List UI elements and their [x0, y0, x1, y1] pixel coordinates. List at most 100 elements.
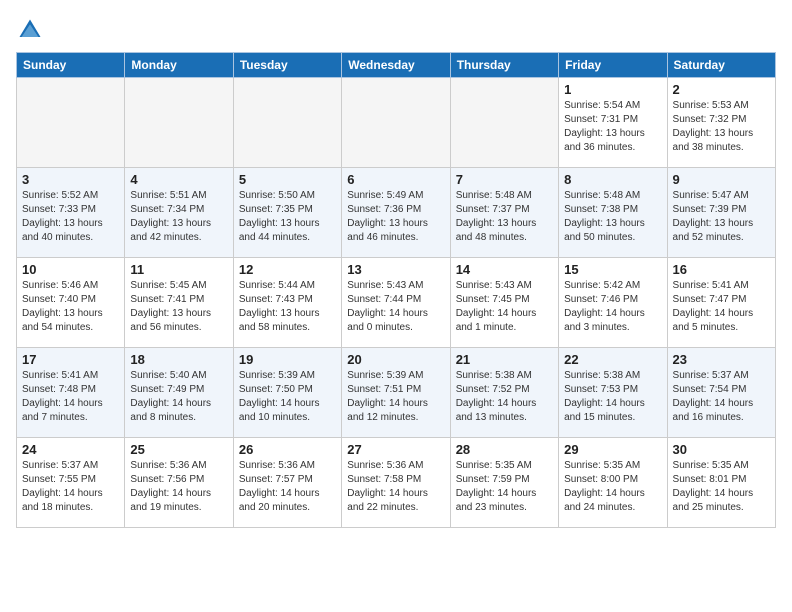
- calendar-cell: 18 Sunrise: 5:40 AMSunset: 7:49 PMDayligh…: [125, 348, 233, 438]
- day-number: 9: [673, 172, 770, 187]
- day-info: Sunrise: 5:36 AMSunset: 7:57 PMDaylight:…: [239, 459, 336, 515]
- day-info: Sunrise: 5:38 AMSunset: 7:53 PMDaylight:…: [564, 369, 661, 425]
- calendar-week-row: 10 Sunrise: 5:46 AMSunset: 7:40 PMDayligh…: [17, 258, 776, 348]
- calendar-cell: 1 Sunrise: 5:54 AMSunset: 7:31 PMDaylight…: [559, 78, 667, 168]
- day-info: Sunrise: 5:52 AMSunset: 7:33 PMDaylight:…: [22, 189, 119, 245]
- day-info: Sunrise: 5:39 AMSunset: 7:50 PMDaylight:…: [239, 369, 336, 425]
- day-number: 20: [347, 352, 444, 367]
- day-number: 14: [456, 262, 553, 277]
- logo-icon: [16, 16, 44, 44]
- calendar-week-row: 17 Sunrise: 5:41 AMSunset: 7:48 PMDayligh…: [17, 348, 776, 438]
- calendar-cell: 15Sunrise: 5:42 AMSunset: 7:46 PMDayligh…: [559, 258, 667, 348]
- day-info: Sunrise: 5:49 AMSunset: 7:36 PMDaylight:…: [347, 189, 444, 245]
- calendar-cell: 30 Sunrise: 5:35 AMSunset: 8:01 PMDayligh…: [667, 438, 775, 528]
- calendar-cell: 3 Sunrise: 5:52 AMSunset: 7:33 PMDaylight…: [17, 168, 125, 258]
- calendar-cell: 11 Sunrise: 5:45 AMSunset: 7:41 PMDayligh…: [125, 258, 233, 348]
- day-number: 25: [130, 442, 227, 457]
- calendar-cell: 14 Sunrise: 5:43 AMSunset: 7:45 PMDayligh…: [450, 258, 558, 348]
- calendar-cell: 25 Sunrise: 5:36 AMSunset: 7:56 PMDayligh…: [125, 438, 233, 528]
- day-info: Sunrise: 5:37 AMSunset: 7:55 PMDaylight:…: [22, 459, 119, 515]
- calendar-cell: [233, 78, 341, 168]
- day-number: 6: [347, 172, 444, 187]
- calendar-cell: 17 Sunrise: 5:41 AMSunset: 7:48 PMDayligh…: [17, 348, 125, 438]
- calendar-cell: [450, 78, 558, 168]
- day-info: Sunrise: 5:46 AMSunset: 7:40 PMDaylight:…: [22, 279, 119, 335]
- calendar-cell: 10 Sunrise: 5:46 AMSunset: 7:40 PMDayligh…: [17, 258, 125, 348]
- day-number: 24: [22, 442, 119, 457]
- calendar-cell: [342, 78, 450, 168]
- day-info: Sunrise: 5:48 AMSunset: 7:38 PMDaylight:…: [564, 189, 661, 245]
- weekday-header-sunday: Sunday: [17, 53, 125, 78]
- day-info: Sunrise: 5:39 AMSunset: 7:51 PMDaylight:…: [347, 369, 444, 425]
- day-number: 30: [673, 442, 770, 457]
- day-info: Sunrise: 5:40 AMSunset: 7:49 PMDaylight:…: [130, 369, 227, 425]
- day-info: Sunrise: 5:53 AMSunset: 7:32 PMDaylight:…: [673, 99, 770, 155]
- day-number: 10: [22, 262, 119, 277]
- day-number: 15: [564, 262, 661, 277]
- day-number: 29: [564, 442, 661, 457]
- weekday-header-tuesday: Tuesday: [233, 53, 341, 78]
- day-number: 2: [673, 82, 770, 97]
- calendar-cell: 29 Sunrise: 5:35 AMSunset: 8:00 PMDayligh…: [559, 438, 667, 528]
- calendar-cell: 5 Sunrise: 5:50 AMSunset: 7:35 PMDaylight…: [233, 168, 341, 258]
- day-number: 18: [130, 352, 227, 367]
- day-number: 28: [456, 442, 553, 457]
- weekday-header-monday: Monday: [125, 53, 233, 78]
- day-info: Sunrise: 5:41 AMSunset: 7:47 PMDaylight:…: [673, 279, 770, 335]
- day-info: Sunrise: 5:45 AMSunset: 7:41 PMDaylight:…: [130, 279, 227, 335]
- logo: [16, 16, 48, 44]
- day-number: 8: [564, 172, 661, 187]
- weekday-header-wednesday: Wednesday: [342, 53, 450, 78]
- day-info: Sunrise: 5:37 AMSunset: 7:54 PMDaylight:…: [673, 369, 770, 425]
- day-info: Sunrise: 5:43 AMSunset: 7:45 PMDaylight:…: [456, 279, 553, 335]
- day-number: 17: [22, 352, 119, 367]
- calendar-cell: 27Sunrise: 5:36 AMSunset: 7:58 PMDayligh…: [342, 438, 450, 528]
- calendar-cell: [125, 78, 233, 168]
- day-info: Sunrise: 5:54 AMSunset: 7:31 PMDaylight:…: [564, 99, 661, 155]
- calendar-table: SundayMondayTuesdayWednesdayThursdayFrid…: [16, 52, 776, 528]
- calendar-cell: 19 Sunrise: 5:39 AMSunset: 7:50 PMDayligh…: [233, 348, 341, 438]
- calendar-cell: 13Sunrise: 5:43 AMSunset: 7:44 PMDayligh…: [342, 258, 450, 348]
- calendar-cell: 26Sunrise: 5:36 AMSunset: 7:57 PMDayligh…: [233, 438, 341, 528]
- day-number: 4: [130, 172, 227, 187]
- day-info: Sunrise: 5:41 AMSunset: 7:48 PMDaylight:…: [22, 369, 119, 425]
- day-number: 5: [239, 172, 336, 187]
- day-info: Sunrise: 5:36 AMSunset: 7:58 PMDaylight:…: [347, 459, 444, 515]
- calendar-week-row: 24 Sunrise: 5:37 AMSunset: 7:55 PMDayligh…: [17, 438, 776, 528]
- calendar-cell: 21 Sunrise: 5:38 AMSunset: 7:52 PMDayligh…: [450, 348, 558, 438]
- day-info: Sunrise: 5:38 AMSunset: 7:52 PMDaylight:…: [456, 369, 553, 425]
- calendar-cell: 23 Sunrise: 5:37 AMSunset: 7:54 PMDayligh…: [667, 348, 775, 438]
- day-info: Sunrise: 5:43 AMSunset: 7:44 PMDaylight:…: [347, 279, 444, 335]
- day-info: Sunrise: 5:50 AMSunset: 7:35 PMDaylight:…: [239, 189, 336, 245]
- calendar-cell: 12Sunrise: 5:44 AMSunset: 7:43 PMDayligh…: [233, 258, 341, 348]
- calendar-week-row: 3 Sunrise: 5:52 AMSunset: 7:33 PMDaylight…: [17, 168, 776, 258]
- page-header: [16, 16, 776, 44]
- weekday-header-row: SundayMondayTuesdayWednesdayThursdayFrid…: [17, 53, 776, 78]
- day-info: Sunrise: 5:51 AMSunset: 7:34 PMDaylight:…: [130, 189, 227, 245]
- calendar-cell: 6 Sunrise: 5:49 AMSunset: 7:36 PMDaylight…: [342, 168, 450, 258]
- day-number: 3: [22, 172, 119, 187]
- day-info: Sunrise: 5:35 AMSunset: 7:59 PMDaylight:…: [456, 459, 553, 515]
- day-number: 7: [456, 172, 553, 187]
- calendar-cell: 2 Sunrise: 5:53 AMSunset: 7:32 PMDaylight…: [667, 78, 775, 168]
- day-info: Sunrise: 5:35 AMSunset: 8:01 PMDaylight:…: [673, 459, 770, 515]
- day-info: Sunrise: 5:47 AMSunset: 7:39 PMDaylight:…: [673, 189, 770, 245]
- day-number: 1: [564, 82, 661, 97]
- day-number: 23: [673, 352, 770, 367]
- calendar-cell: 22 Sunrise: 5:38 AMSunset: 7:53 PMDayligh…: [559, 348, 667, 438]
- calendar-week-row: 1 Sunrise: 5:54 AMSunset: 7:31 PMDaylight…: [17, 78, 776, 168]
- weekday-header-friday: Friday: [559, 53, 667, 78]
- calendar-cell: 20 Sunrise: 5:39 AMSunset: 7:51 PMDayligh…: [342, 348, 450, 438]
- day-info: Sunrise: 5:44 AMSunset: 7:43 PMDaylight:…: [239, 279, 336, 335]
- day-number: 11: [130, 262, 227, 277]
- weekday-header-thursday: Thursday: [450, 53, 558, 78]
- calendar-cell: 8 Sunrise: 5:48 AMSunset: 7:38 PMDaylight…: [559, 168, 667, 258]
- weekday-header-saturday: Saturday: [667, 53, 775, 78]
- calendar-cell: 24 Sunrise: 5:37 AMSunset: 7:55 PMDayligh…: [17, 438, 125, 528]
- calendar-cell: [17, 78, 125, 168]
- day-number: 19: [239, 352, 336, 367]
- day-info: Sunrise: 5:36 AMSunset: 7:56 PMDaylight:…: [130, 459, 227, 515]
- day-number: 21: [456, 352, 553, 367]
- day-info: Sunrise: 5:35 AMSunset: 8:00 PMDaylight:…: [564, 459, 661, 515]
- day-number: 22: [564, 352, 661, 367]
